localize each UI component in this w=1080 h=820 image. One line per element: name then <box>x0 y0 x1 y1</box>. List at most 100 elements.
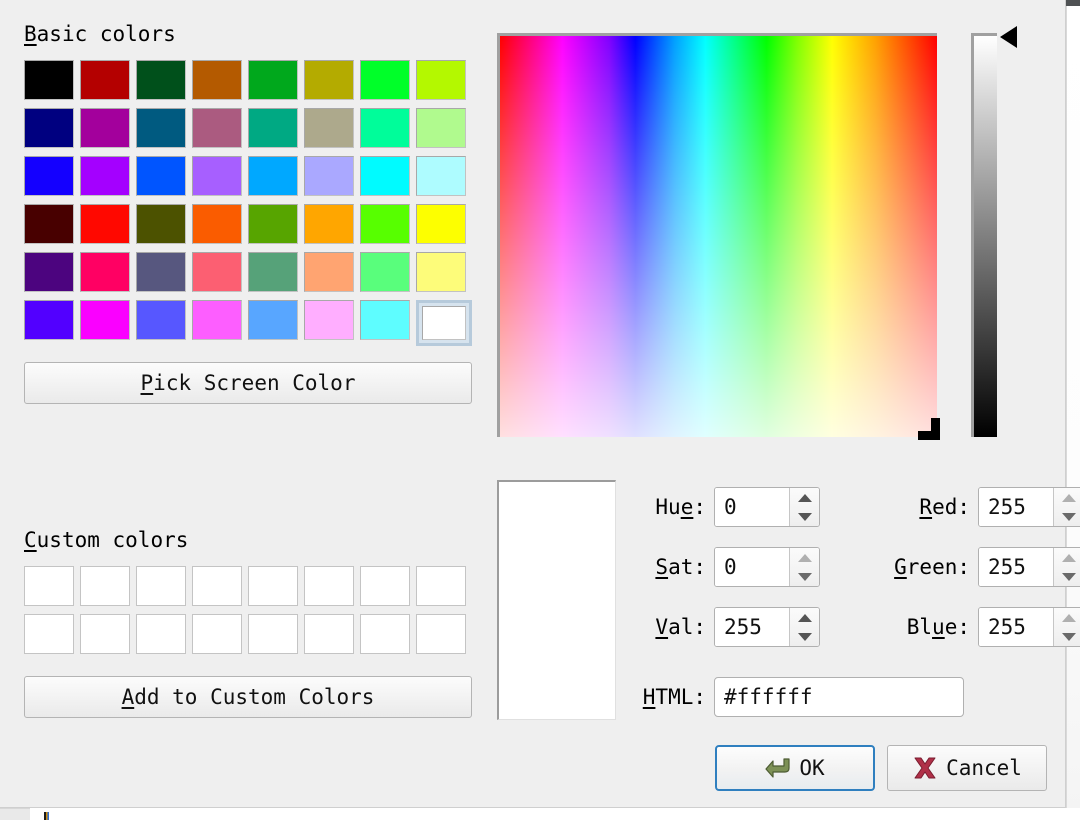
swatch-fill[interactable] <box>304 204 354 244</box>
custom-color-swatch[interactable] <box>248 614 304 662</box>
custom-colors-grid[interactable] <box>24 566 472 662</box>
custom-color-swatch[interactable] <box>192 614 248 662</box>
red-spinbox[interactable] <box>978 487 1080 527</box>
swatch-fill[interactable] <box>416 204 466 244</box>
swatch-fill[interactable] <box>416 156 466 196</box>
custom-color-swatch[interactable] <box>80 614 136 662</box>
value-slider-handle[interactable] <box>1000 26 1017 48</box>
custom-color-swatch[interactable] <box>416 614 472 662</box>
swatch-fill[interactable] <box>24 300 74 340</box>
swatch-fill[interactable] <box>360 108 410 148</box>
basic-color-swatch[interactable] <box>80 156 136 204</box>
custom-color-swatch[interactable] <box>24 566 80 614</box>
swatch-fill[interactable] <box>80 300 130 340</box>
saturation-value-picker[interactable] <box>497 33 940 440</box>
swatch-fill[interactable] <box>80 204 130 244</box>
swatch-fill[interactable] <box>192 156 242 196</box>
val-input[interactable] <box>715 608 789 646</box>
basic-color-swatch[interactable] <box>304 108 360 156</box>
basic-color-swatch[interactable] <box>24 108 80 156</box>
blue-spin-down-icon[interactable] <box>1054 627 1080 646</box>
swatch-fill[interactable] <box>24 252 74 292</box>
basic-color-swatch[interactable] <box>248 156 304 204</box>
swatch-fill[interactable] <box>248 566 298 606</box>
swatch-fill[interactable] <box>248 156 298 196</box>
swatch-fill[interactable] <box>416 108 466 148</box>
swatch-fill[interactable] <box>360 60 410 100</box>
basic-color-swatch[interactable] <box>192 252 248 300</box>
ok-button[interactable]: OK <box>715 745 875 791</box>
basic-color-swatch[interactable] <box>304 252 360 300</box>
background-taskbar-icon[interactable] <box>44 812 49 820</box>
basic-color-swatch[interactable] <box>304 156 360 204</box>
swatch-fill[interactable] <box>360 156 410 196</box>
swatch-fill[interactable] <box>80 614 130 654</box>
basic-color-swatch[interactable] <box>80 204 136 252</box>
basic-color-swatch[interactable] <box>24 60 80 108</box>
basic-color-swatch[interactable] <box>416 204 472 252</box>
basic-color-swatch[interactable] <box>416 108 472 156</box>
custom-color-swatch[interactable] <box>136 566 192 614</box>
swatch-fill[interactable] <box>248 108 298 148</box>
custom-color-swatch[interactable] <box>304 566 360 614</box>
custom-color-swatch[interactable] <box>360 566 416 614</box>
basic-color-swatch[interactable] <box>192 204 248 252</box>
hue-input[interactable] <box>715 488 789 526</box>
value-gradient-bar[interactable] <box>974 36 997 437</box>
basic-color-swatch[interactable] <box>248 204 304 252</box>
swatch-fill[interactable] <box>24 108 74 148</box>
pick-screen-color-button[interactable]: Pick Screen Color <box>24 362 472 404</box>
swatch-fill[interactable] <box>80 108 130 148</box>
basic-color-swatch[interactable] <box>416 300 472 348</box>
red-input[interactable] <box>979 488 1053 526</box>
green-spin-up-icon[interactable] <box>1054 548 1080 567</box>
val-spin-arrows[interactable] <box>789 608 819 646</box>
basic-color-swatch[interactable] <box>248 252 304 300</box>
basic-color-swatch[interactable] <box>416 252 472 300</box>
basic-color-swatch[interactable] <box>24 156 80 204</box>
basic-color-swatch[interactable] <box>416 60 472 108</box>
swatch-fill[interactable] <box>136 204 186 244</box>
basic-color-swatch[interactable] <box>80 300 136 348</box>
basic-color-swatch[interactable] <box>304 204 360 252</box>
swatch-fill[interactable] <box>360 252 410 292</box>
basic-color-swatch[interactable] <box>136 300 192 348</box>
hue-spin-up-icon[interactable] <box>790 488 819 507</box>
swatch-fill[interactable] <box>248 614 298 654</box>
custom-color-swatch[interactable] <box>304 614 360 662</box>
hue-spin-down-icon[interactable] <box>790 507 819 526</box>
basic-color-swatch[interactable] <box>136 108 192 156</box>
basic-color-swatch[interactable] <box>24 300 80 348</box>
custom-color-swatch[interactable] <box>80 566 136 614</box>
red-spin-up-icon[interactable] <box>1054 488 1080 507</box>
swatch-fill[interactable] <box>422 306 466 340</box>
swatch-fill[interactable] <box>136 300 186 340</box>
swatch-fill[interactable] <box>416 252 466 292</box>
basic-color-swatch[interactable] <box>360 156 416 204</box>
swatch-fill[interactable] <box>136 566 186 606</box>
swatch-fill[interactable] <box>248 300 298 340</box>
swatch-fill[interactable] <box>248 252 298 292</box>
swatch-fill[interactable] <box>248 204 298 244</box>
basic-color-swatch[interactable] <box>304 60 360 108</box>
swatch-fill[interactable] <box>24 614 74 654</box>
hue-spinbox[interactable] <box>714 487 820 527</box>
swatch-fill[interactable] <box>192 252 242 292</box>
cancel-button[interactable]: Cancel <box>887 745 1047 791</box>
swatch-fill[interactable] <box>24 156 74 196</box>
sv-cursor-handle[interactable] <box>918 418 940 440</box>
swatch-fill[interactable] <box>360 614 410 654</box>
swatch-fill[interactable] <box>416 60 466 100</box>
swatch-fill[interactable] <box>80 156 130 196</box>
custom-color-swatch[interactable] <box>360 614 416 662</box>
swatch-fill[interactable] <box>24 566 74 606</box>
swatch-fill[interactable] <box>80 60 130 100</box>
blue-input[interactable] <box>979 608 1053 646</box>
add-to-custom-colors-button[interactable]: Add to Custom Colors <box>24 676 472 718</box>
basic-color-swatch[interactable] <box>248 300 304 348</box>
val-spinbox[interactable] <box>714 607 820 647</box>
val-spin-down-icon[interactable] <box>790 627 819 646</box>
basic-color-swatch[interactable] <box>416 156 472 204</box>
val-spin-up-icon[interactable] <box>790 608 819 627</box>
basic-color-swatch[interactable] <box>360 204 416 252</box>
